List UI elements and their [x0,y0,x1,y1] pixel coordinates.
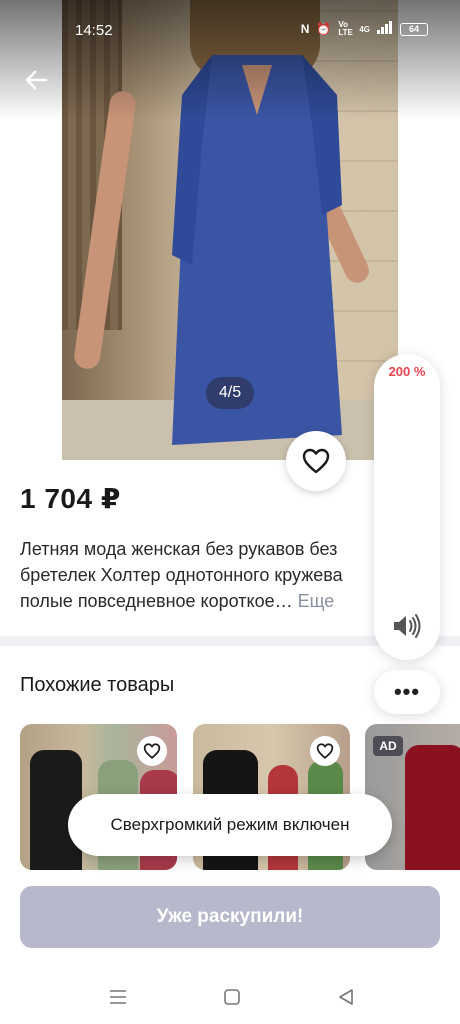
system-nav-bar [0,970,460,1024]
nfc-icon: N [300,22,310,36]
more-options-button[interactable]: ••• [374,670,440,714]
network-type: 4G [359,24,370,34]
card-favorite-button[interactable] [310,736,340,766]
status-bar: 14:52 N ⏰ Vo LTE 4G 64 [0,0,460,60]
ad-badge: AD [373,736,403,756]
signal-icon [377,21,393,37]
menu-icon[interactable] [106,985,130,1009]
volte-icon: Vo LTE [338,20,353,37]
volume-panel[interactable]: 200 % [374,354,440,660]
alarm-icon: ⏰ [316,22,332,36]
battery-icon: 64 [400,22,428,36]
product-price: 1 704 ₽ [20,483,121,514]
heart-icon [316,743,334,759]
heart-icon [143,743,161,759]
arrow-left-icon [25,70,48,90]
speaker-icon[interactable] [391,612,423,640]
back-nav-icon[interactable] [334,985,358,1009]
image-counter: 4/5 [206,377,254,409]
home-icon[interactable] [220,985,244,1009]
description-text: Летняя мода женская без рукавов без брет… [20,539,343,611]
product-description: Летняя мода женская без рукавов без брет… [20,536,380,614]
volume-level: 200 % [388,364,426,379]
toast-message: Сверхгромкий режим включен [68,794,392,856]
heart-icon [302,448,330,474]
status-time: 14:52 [75,22,113,39]
show-more-link[interactable]: Еще [298,591,335,611]
card-favorite-button[interactable] [137,736,167,766]
similar-products-title: Похожие товары [20,674,175,696]
sold-out-button[interactable]: Уже раскупили! [20,886,440,948]
favorite-button[interactable] [286,431,346,491]
back-button[interactable] [20,64,52,96]
